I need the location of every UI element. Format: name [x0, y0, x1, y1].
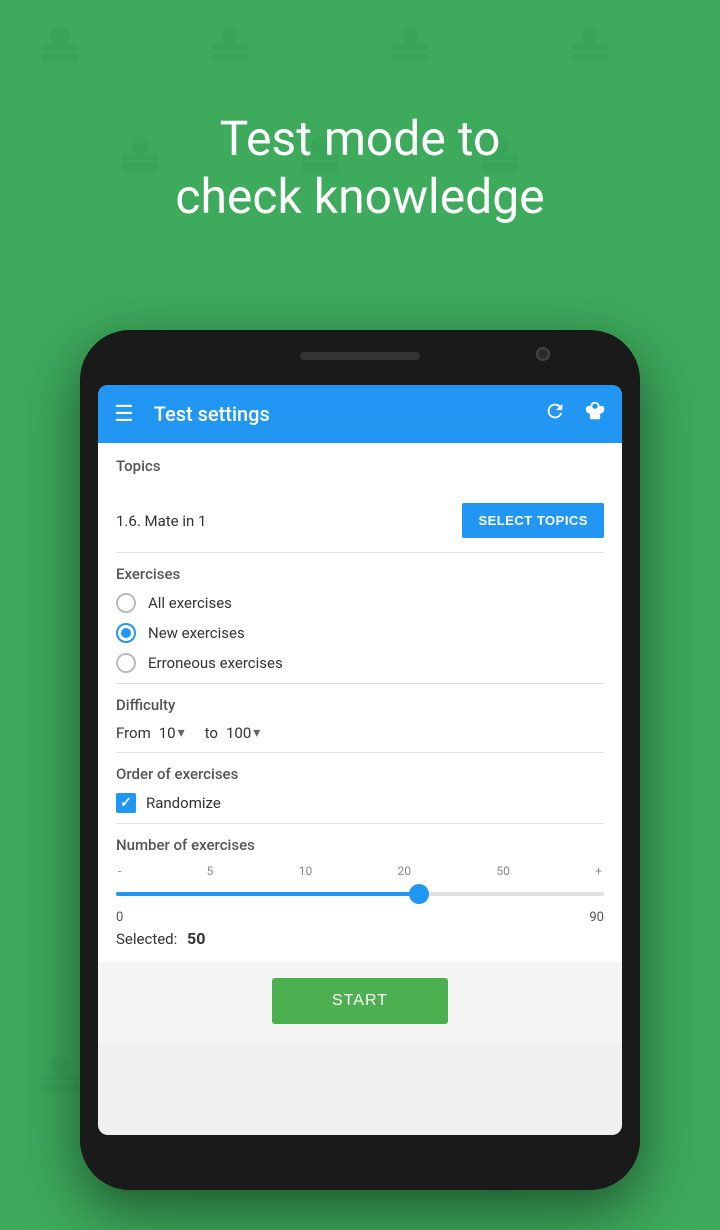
to-dropdown-arrow: ▾: [253, 725, 260, 741]
order-section: Order of exercises ✓ Randomize: [98, 753, 622, 823]
radio-erroneous-exercises[interactable]: Erroneous exercises: [116, 653, 604, 673]
headline-line1: Test mode to: [40, 110, 680, 168]
from-dropdown[interactable]: 10 ▾: [159, 724, 185, 742]
num-exercises-label: Number of exercises: [116, 836, 604, 854]
checkmark-icon: ✓: [120, 795, 132, 811]
radio-outer-new: [116, 623, 136, 643]
difficulty-label: Difficulty: [116, 696, 604, 714]
radio-outer-all: [116, 593, 136, 613]
phone-camera: [536, 347, 550, 361]
slider-min: 0: [116, 910, 123, 925]
from-dropdown-arrow: ▾: [178, 725, 185, 741]
slider-max: 90: [589, 910, 604, 925]
selected-label: Selected:: [116, 930, 177, 948]
mark-10: 10: [299, 864, 313, 878]
exercises-section: Exercises All exercises New exercises: [98, 553, 622, 683]
radio-new-exercises[interactable]: New exercises: [116, 623, 604, 643]
topics-section: Topics: [98, 443, 622, 493]
topics-row: 1.6. Mate in 1 SELECT TOPICS: [98, 493, 622, 552]
randomize-checkbox-row[interactable]: ✓ Randomize: [116, 793, 604, 813]
start-button[interactable]: START: [272, 978, 448, 1024]
slider-marks: - 5 10 20 50 +: [116, 864, 604, 878]
radio-label-erroneous: Erroneous exercises: [148, 654, 283, 672]
exercises-label: Exercises: [116, 565, 604, 583]
selected-num: 50: [187, 929, 205, 948]
radio-inner-new: [121, 628, 131, 638]
from-value: 10: [159, 724, 176, 742]
randomize-label: Randomize: [146, 794, 221, 812]
mark-plus: +: [595, 864, 602, 878]
mark-minus: -: [118, 864, 121, 878]
exercises-radio-group: All exercises New exercises Erroneous ex…: [116, 593, 604, 673]
to-label: to: [205, 724, 218, 742]
mark-5: 5: [207, 864, 214, 878]
to-value: 100: [226, 724, 251, 742]
select-topics-button[interactable]: SELECT TOPICS: [462, 503, 604, 538]
app-bar-title: Test settings: [154, 402, 524, 426]
butterfly-icon[interactable]: [584, 400, 606, 428]
difficulty-section: Difficulty From 10 ▾ to 100 ▾: [98, 684, 622, 752]
selected-count-row: Selected: 50: [116, 929, 604, 948]
phone-shell: ☰ Test settings Topics: [80, 330, 640, 1190]
start-section: START: [98, 962, 622, 1044]
randomize-checkbox: ✓: [116, 793, 136, 813]
radio-label-all: All exercises: [148, 594, 232, 612]
from-label: From: [116, 724, 151, 742]
num-exercises-section: Number of exercises - 5 10 20 50 + 0 90: [98, 824, 622, 962]
radio-outer-erroneous: [116, 653, 136, 673]
to-dropdown[interactable]: 100 ▾: [226, 724, 260, 742]
refresh-icon[interactable]: [544, 400, 566, 428]
mark-50: 50: [496, 864, 510, 878]
screen-content: Topics 1.6. Mate in 1 SELECT TOPICS Exer…: [98, 443, 622, 962]
phone-screen: ☰ Test settings Topics: [98, 385, 622, 1135]
topics-label: Topics: [116, 457, 604, 475]
menu-icon[interactable]: ☰: [114, 402, 134, 427]
slider-container[interactable]: [116, 884, 604, 904]
mark-20: 20: [398, 864, 412, 878]
app-bar-icons: [544, 400, 606, 428]
selected-topic: 1.6. Mate in 1: [116, 512, 206, 530]
difficulty-row: From 10 ▾ to 100 ▾: [116, 724, 604, 742]
slider-fill: [116, 892, 419, 896]
radio-all-exercises[interactable]: All exercises: [116, 593, 604, 613]
slider-thumb[interactable]: [409, 884, 429, 904]
slider-range: 0 90: [116, 910, 604, 925]
order-label: Order of exercises: [116, 765, 604, 783]
app-bar: ☰ Test settings: [98, 385, 622, 443]
radio-label-new: New exercises: [148, 624, 245, 642]
headline: Test mode to check knowledge: [0, 110, 720, 225]
phone-speaker: [300, 352, 420, 360]
headline-line2: check knowledge: [40, 168, 680, 226]
